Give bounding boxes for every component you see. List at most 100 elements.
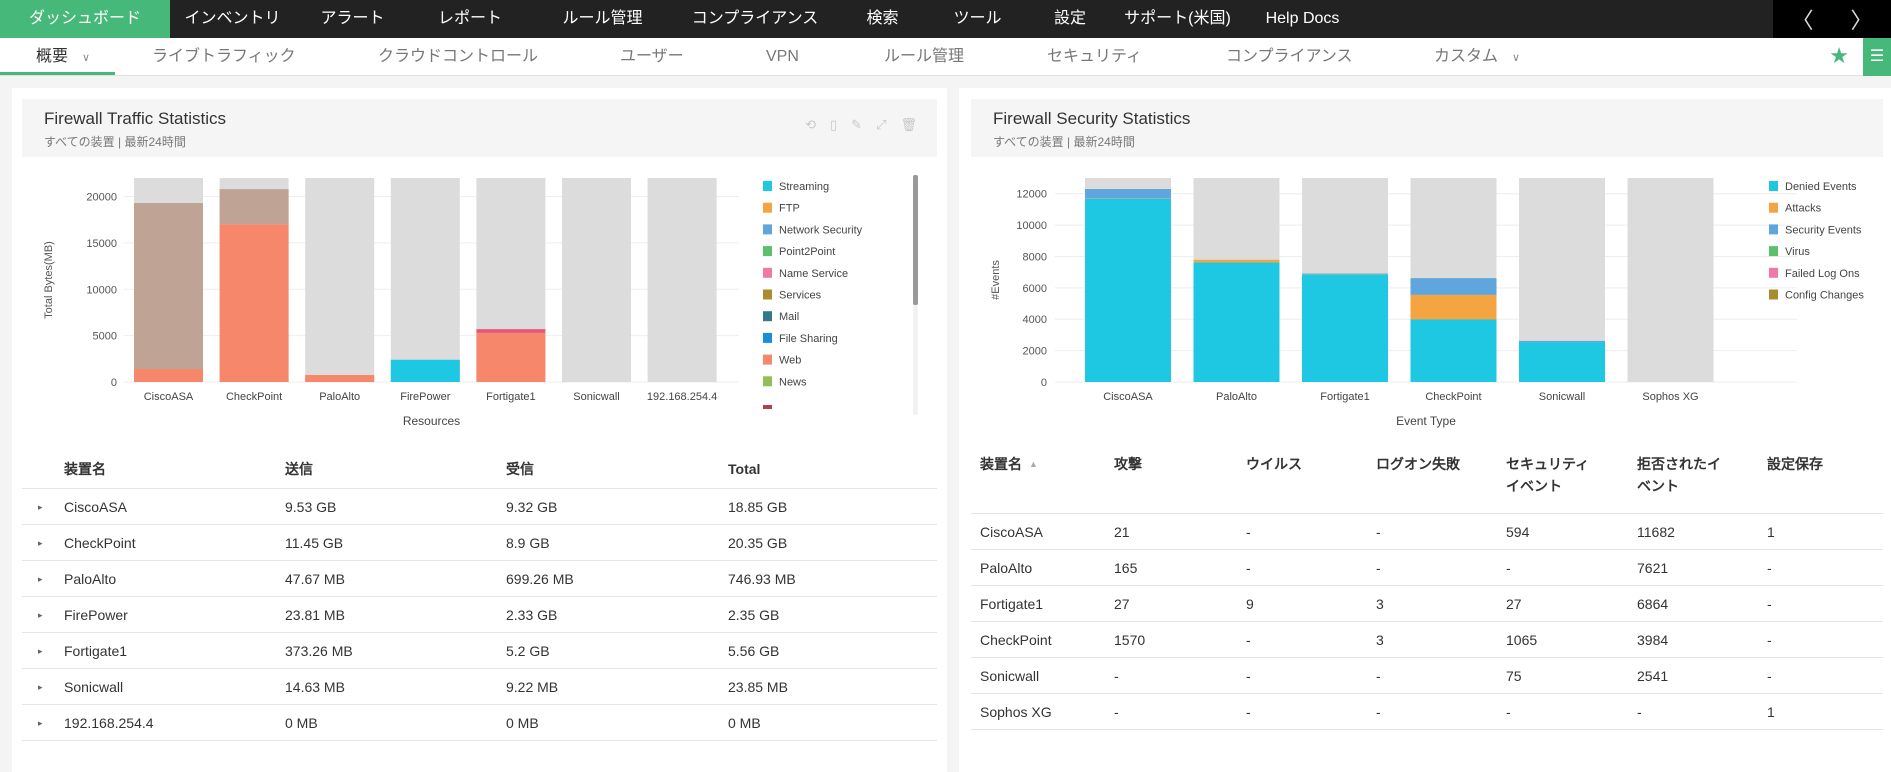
column-header[interactable]: 攻撃 bbox=[1114, 449, 1142, 475]
legend-scrollbar[interactable] bbox=[913, 175, 918, 305]
table-row[interactable]: ▸ Fortigate1 373.26 MB 5.2 GB 5.56 GB bbox=[22, 633, 937, 669]
subnav-tab[interactable]: 概要 ∨ bbox=[36, 38, 90, 76]
x-axis-title: Event Type bbox=[1396, 414, 1456, 428]
table-row[interactable]: ▸ 192.168.254.4 0 MB 0 MB 0 MB bbox=[22, 705, 937, 741]
security-subtitle: すべての装置 | 最新24時間 bbox=[993, 135, 1135, 149]
favorite-star-icon[interactable]: ★ bbox=[1829, 43, 1849, 69]
topnav-item[interactable]: 検索 bbox=[835, 0, 930, 38]
y-tick-label: 8000 bbox=[1023, 251, 1047, 263]
table-row[interactable]: Fortigate1 27 9 3 27 6864 - bbox=[971, 586, 1883, 622]
column-header[interactable]: ログオン失敗 bbox=[1376, 449, 1460, 475]
widget-tools: ⟲ ▯ ✎ ⤢ 🗑 bbox=[805, 117, 917, 133]
menu-button[interactable]: ☰ bbox=[1863, 38, 1891, 76]
bar-segment bbox=[390, 359, 460, 382]
subnav-tab[interactable]: VPN bbox=[766, 38, 799, 76]
x-tick-label: 192.168.254.4 bbox=[647, 391, 717, 403]
column-header[interactable]: 受信 bbox=[506, 449, 534, 489]
topnav-item[interactable]: 設定 bbox=[1025, 0, 1115, 38]
subnav-tab[interactable]: コンプライアンス bbox=[1226, 38, 1353, 76]
topnav-item[interactable]: ダッシュボード bbox=[0, 0, 170, 38]
subnav-tab[interactable]: ルール管理 bbox=[884, 38, 964, 76]
sort-icon[interactable]: ▲ bbox=[1029, 449, 1038, 479]
table-cell: - bbox=[1506, 560, 1511, 576]
y-tick-label: 6000 bbox=[1023, 283, 1047, 295]
bar-background bbox=[562, 178, 631, 382]
column-header[interactable]: 装置名 bbox=[980, 449, 1022, 475]
delete-icon[interactable]: 🗑 bbox=[900, 117, 917, 133]
table-cell: - bbox=[1246, 560, 1251, 576]
bar-segment bbox=[219, 224, 289, 382]
table-row[interactable]: ▸ CiscoASA 9.53 GB 9.32 GB 18.85 GB bbox=[22, 489, 937, 525]
topnav-item[interactable]: Help Docs bbox=[1240, 0, 1365, 38]
expand-row-icon[interactable]: ▸ bbox=[38, 561, 43, 597]
topnav-item[interactable]: コンプライアンス bbox=[675, 0, 835, 38]
bar-segment bbox=[1410, 319, 1497, 382]
x-tick-label: Sonicwall bbox=[573, 391, 619, 403]
topnav-item[interactable]: インベントリ bbox=[170, 0, 295, 38]
table-row[interactable]: CiscoASA 21 - - 594 11682 1 bbox=[971, 514, 1883, 550]
expand-row-icon[interactable]: ▸ bbox=[38, 597, 43, 633]
chevron-down-icon[interactable]: ∨ bbox=[82, 52, 90, 64]
bar-segment bbox=[1193, 259, 1280, 263]
subnav-tab-label: カスタム bbox=[1434, 48, 1499, 65]
legend-label: News bbox=[779, 376, 807, 388]
table-cell: 21 bbox=[1114, 524, 1130, 540]
refresh-icon[interactable]: ⟲ bbox=[805, 117, 816, 133]
table-row[interactable]: Sophos XG - - - - - 1 bbox=[971, 694, 1883, 730]
expand-row-icon[interactable]: ▸ bbox=[38, 669, 43, 705]
column-header[interactable]: ウイルス bbox=[1246, 449, 1302, 475]
expand-row-icon[interactable]: ▸ bbox=[38, 705, 43, 741]
bar-segment bbox=[476, 329, 546, 333]
legend-label: FTP bbox=[779, 203, 800, 215]
chevron-down-icon[interactable]: ∨ bbox=[1512, 52, 1520, 64]
subnav-tab-label: コンプライアンス bbox=[1226, 48, 1353, 65]
table-row[interactable]: ▸ Sonicwall 14.63 MB 9.22 MB 23.85 MB bbox=[22, 669, 937, 705]
column-header[interactable]: 拒否されたイ ベント bbox=[1637, 449, 1721, 497]
table-row[interactable]: Sonicwall - - - 75 2541 - bbox=[971, 658, 1883, 694]
traffic-panel: Firewall Traffic Statistics すべての装置 | 最新2… bbox=[12, 88, 947, 772]
expand-row-icon[interactable]: ▸ bbox=[38, 525, 43, 561]
column-header[interactable]: Total bbox=[728, 449, 760, 489]
table-row[interactable]: ▸ PaloAlto 47.67 MB 699.26 MB 746.93 MB bbox=[22, 561, 937, 597]
table-cell: 27 bbox=[1114, 596, 1130, 612]
legend-swatch bbox=[763, 246, 772, 257]
table-row[interactable]: ▸ FirePower 23.81 MB 2.33 GB 2.35 GB bbox=[22, 597, 937, 633]
table-row[interactable]: CheckPoint 1570 - 3 1065 3984 - bbox=[971, 622, 1883, 658]
column-header[interactable]: 装置名 bbox=[64, 449, 106, 489]
bar-segment bbox=[1519, 342, 1605, 382]
table-cell: 9.22 MB bbox=[506, 679, 559, 695]
pdf-icon[interactable]: ▯ bbox=[830, 117, 837, 133]
expand-icon[interactable]: ⤢ bbox=[876, 117, 886, 133]
legend-swatch bbox=[1769, 267, 1778, 278]
column-header[interactable]: 送信 bbox=[285, 449, 313, 489]
topnav-item[interactable]: サポート(米国) bbox=[1115, 0, 1240, 38]
table-cell: 0 MB bbox=[285, 715, 318, 731]
topnav-item[interactable]: レポート bbox=[410, 0, 530, 38]
legend-label: Config Changes bbox=[1785, 290, 1864, 302]
expand-row-icon[interactable]: ▸ bbox=[38, 633, 43, 669]
subnav-tab[interactable]: セキュリティ bbox=[1047, 38, 1142, 76]
subnav-tab[interactable]: カスタム ∨ bbox=[1434, 38, 1520, 76]
bar-segment bbox=[1302, 274, 1388, 382]
column-header[interactable]: 設定保存 bbox=[1767, 449, 1823, 475]
table-cell: Fortigate1 bbox=[64, 643, 128, 659]
edit-icon[interactable]: ✎ bbox=[851, 117, 862, 133]
table-row[interactable]: ▸ CheckPoint 11.45 GB 8.9 GB 20.35 GB bbox=[22, 525, 937, 561]
expand-row-icon[interactable]: ▸ bbox=[38, 489, 43, 525]
subnav-tab[interactable]: ライブトラフィック bbox=[152, 38, 296, 76]
topnav-item[interactable]: ルール管理 bbox=[530, 0, 675, 38]
legend-swatch bbox=[1769, 289, 1778, 300]
column-header[interactable]: セキュリティ イベント bbox=[1506, 449, 1589, 497]
subnav-tab[interactable]: ユーザー bbox=[620, 38, 684, 76]
subnav-tab[interactable]: クラウドコントロール bbox=[378, 38, 538, 76]
topnav-item[interactable]: アラート bbox=[295, 0, 410, 38]
table-cell: 192.168.254.4 bbox=[64, 715, 154, 731]
table-row[interactable]: PaloAlto 165 - - - 7621 - bbox=[971, 550, 1883, 586]
traffic-subtitle: すべての装置 | 最新24時間 bbox=[44, 135, 186, 149]
topnav-item[interactable]: ツール bbox=[930, 0, 1025, 38]
table-header-row: 装置名 攻撃 ウイルス ログオン失敗 セキュリティ イベント 拒否されたイ ベント 設定保存… bbox=[971, 449, 1883, 514]
table-cell: - bbox=[1246, 668, 1251, 684]
next-arrow-icon[interactable]: 〉 bbox=[1850, 3, 1872, 35]
table-cell: 373.26 MB bbox=[285, 643, 353, 659]
prev-arrow-icon[interactable]: 〈 bbox=[1791, 3, 1813, 35]
